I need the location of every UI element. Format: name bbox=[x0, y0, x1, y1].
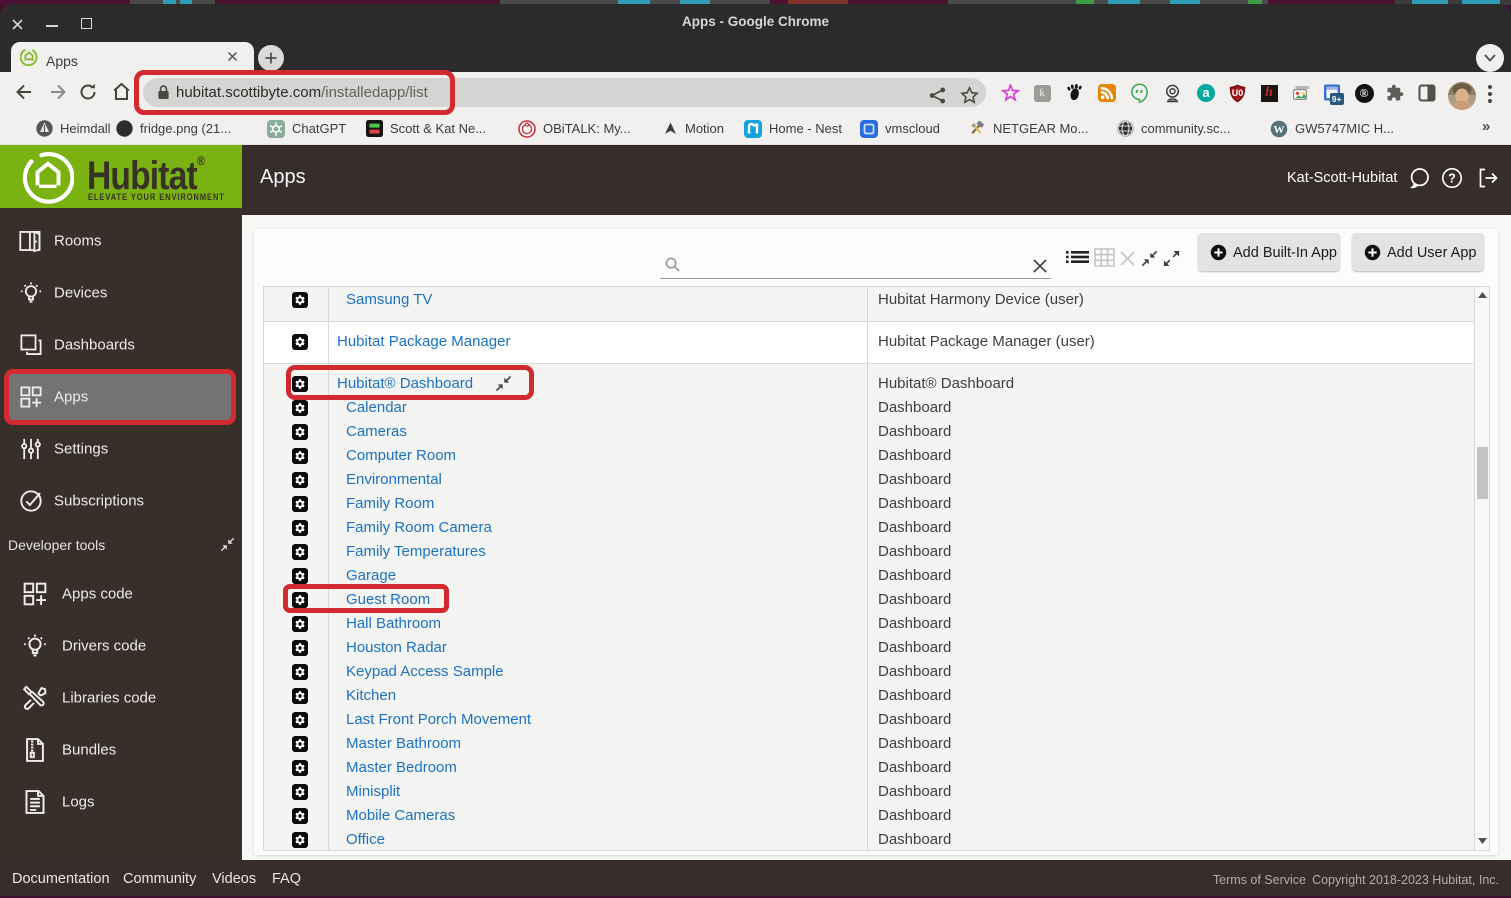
svg-text:U0: U0 bbox=[1231, 88, 1243, 98]
svg-text:W: W bbox=[1274, 124, 1285, 136]
svg-text:?: ? bbox=[1448, 172, 1456, 186]
